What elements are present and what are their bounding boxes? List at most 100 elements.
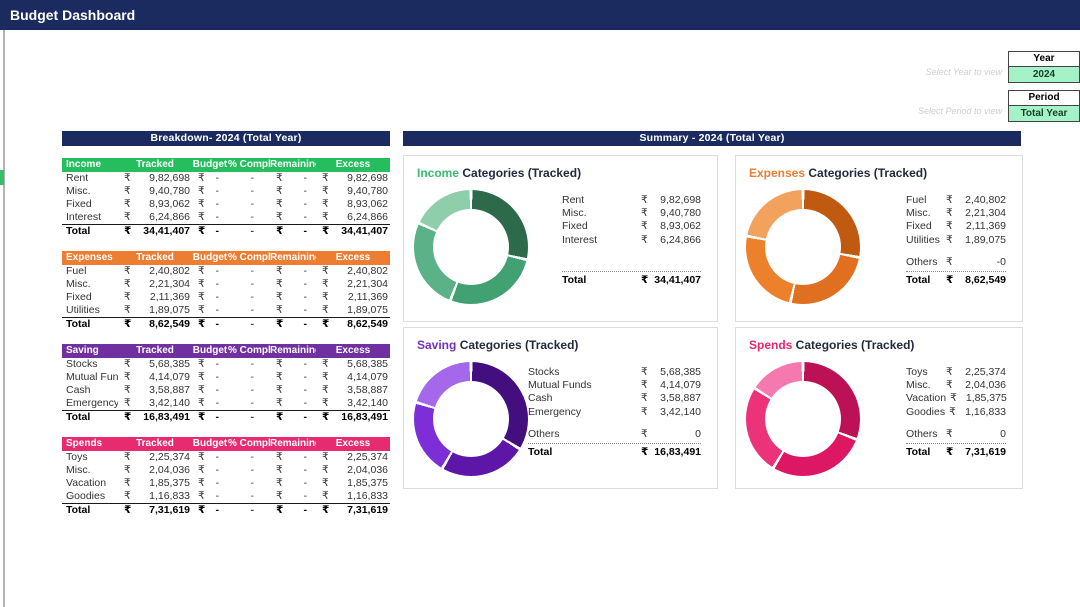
rupee-symbol: ₹ xyxy=(276,464,283,477)
legend-row: Stocks₹5,68,385 xyxy=(528,366,701,379)
table-row: Fixed₹2,11,369₹--₹-₹2,11,369 xyxy=(62,291,390,304)
rupee-symbol: ₹ xyxy=(124,358,131,371)
cell-value: - xyxy=(216,477,220,490)
cell-budget: ₹- xyxy=(192,411,228,425)
donut-hole xyxy=(765,381,841,457)
legend-total-row: Total₹7,31,619 xyxy=(906,446,1006,459)
legend-value: 1,89,075 xyxy=(956,234,1006,247)
rupee-symbol: ₹ xyxy=(198,384,205,397)
legend-label: Total xyxy=(528,446,641,459)
rupee-symbol: ₹ xyxy=(950,392,957,405)
rupee-symbol: ₹ xyxy=(276,211,283,224)
legend-value: 8,62,549 xyxy=(956,274,1006,287)
rupee-symbol: ₹ xyxy=(322,384,329,397)
cell-budget: ₹- xyxy=(192,291,228,304)
cell-percent-complete: - xyxy=(228,384,270,397)
cell-value: 3,58,887 xyxy=(149,384,190,397)
cell-tracked: ₹8,62,549 xyxy=(118,318,192,332)
cell-remaining: ₹- xyxy=(270,411,316,425)
rupee-symbol: ₹ xyxy=(322,411,329,425)
cell-value: 6,24,866 xyxy=(149,211,190,224)
cell-budget: ₹- xyxy=(192,198,228,211)
rupee-symbol: ₹ xyxy=(198,185,205,198)
card-legend: Toys₹2,25,374Misc.₹2,04,036Vacation₹1,85… xyxy=(906,366,1006,459)
legend-row: Vacation₹1,85,375 xyxy=(906,392,1006,405)
legend-label: Fixed xyxy=(562,220,641,233)
column-header: % Compl. xyxy=(228,437,270,451)
cell-remaining: ₹- xyxy=(270,490,316,503)
cell-value: - xyxy=(304,397,308,410)
legend-value: -0 xyxy=(956,256,1006,269)
cell-budget: ₹- xyxy=(192,358,228,371)
legend-label: Others xyxy=(906,256,946,269)
rupee-symbol: ₹ xyxy=(124,185,131,198)
legend-label: Vacation xyxy=(906,392,950,405)
donut-chart-income xyxy=(414,190,528,304)
cell-value: 16,83,491 xyxy=(341,411,388,425)
cell-budget: ₹- xyxy=(192,451,228,464)
cell-value: - xyxy=(216,371,220,384)
cell-excess: ₹2,21,304 xyxy=(316,278,390,291)
legend-label: Fuel xyxy=(906,194,946,207)
rupee-symbol: ₹ xyxy=(198,477,205,490)
cell-value: - xyxy=(216,225,220,239)
left-divider-line xyxy=(3,30,5,607)
cell-category: Rent xyxy=(62,172,118,185)
year-select[interactable]: 2024 xyxy=(1009,67,1079,82)
cell-remaining: ₹- xyxy=(270,318,316,332)
legend-label: Others xyxy=(906,428,946,441)
legend-others-row: Others₹-0 xyxy=(906,256,1006,272)
column-header-category: Income xyxy=(62,158,118,172)
legend-label: Rent xyxy=(562,194,641,207)
cell-value: - xyxy=(304,504,308,518)
rupee-symbol: ₹ xyxy=(641,207,651,220)
rupee-symbol: ₹ xyxy=(946,379,956,392)
column-header: % Compl. xyxy=(228,344,270,358)
cell-excess: ₹2,40,802 xyxy=(316,265,390,278)
rupee-symbol: ₹ xyxy=(276,504,283,518)
legend-value: 1,85,375 xyxy=(957,392,1007,405)
cell-remaining: ₹- xyxy=(270,464,316,477)
cell-value: 9,82,698 xyxy=(149,172,190,185)
cell-excess: ₹9,82,698 xyxy=(316,172,390,185)
rupee-symbol: ₹ xyxy=(276,371,283,384)
cell-budget: ₹- xyxy=(192,304,228,317)
rupee-symbol: ₹ xyxy=(641,406,651,419)
cell-tracked: ₹8,93,062 xyxy=(118,198,192,211)
rupee-symbol: ₹ xyxy=(322,172,329,185)
cell-percent-complete: - xyxy=(228,172,270,185)
table-row: Fixed₹8,93,062₹--₹-₹8,93,062 xyxy=(62,198,390,211)
legend-value: 5,68,385 xyxy=(651,366,701,379)
rupee-symbol: ₹ xyxy=(124,371,131,384)
cell-excess: ₹3,42,140 xyxy=(316,397,390,410)
cell-percent-complete: - xyxy=(228,358,270,371)
rupee-symbol: ₹ xyxy=(198,291,205,304)
rupee-symbol: ₹ xyxy=(322,291,329,304)
cell-tracked: ₹2,11,369 xyxy=(118,291,192,304)
cell-value: 1,16,833 xyxy=(347,490,388,503)
column-header-category: Expenses xyxy=(62,251,118,265)
period-hint-label: Select Period to view xyxy=(918,106,1002,116)
rupee-symbol: ₹ xyxy=(946,207,956,220)
legend-label: Cash xyxy=(528,392,641,405)
cell-value: 1,16,833 xyxy=(149,490,190,503)
legend-label: Stocks xyxy=(528,366,641,379)
cell-percent-complete: - xyxy=(228,490,270,503)
cell-value: 3,42,140 xyxy=(347,397,388,410)
rupee-symbol: ₹ xyxy=(276,358,283,371)
period-select[interactable]: Total Year xyxy=(1009,106,1079,121)
rupee-symbol: ₹ xyxy=(322,265,329,278)
cell-value: 7,31,619 xyxy=(149,504,190,518)
year-selector: Year 2024 xyxy=(1008,51,1080,83)
cell-excess: ₹9,40,780 xyxy=(316,185,390,198)
table-total-row: Total₹7,31,619₹--₹-₹7,31,619 xyxy=(62,503,390,518)
table-row: Goodies₹1,16,833₹--₹-₹1,16,833 xyxy=(62,490,390,503)
rupee-symbol: ₹ xyxy=(641,366,651,379)
cell-excess: ₹2,04,036 xyxy=(316,464,390,477)
rupee-symbol: ₹ xyxy=(276,185,283,198)
cell-value: - xyxy=(304,225,308,239)
legend-spacer xyxy=(528,419,701,428)
cell-percent-complete: - xyxy=(228,464,270,477)
rupee-symbol: ₹ xyxy=(322,304,329,317)
card-title-accent: Income xyxy=(417,166,459,180)
